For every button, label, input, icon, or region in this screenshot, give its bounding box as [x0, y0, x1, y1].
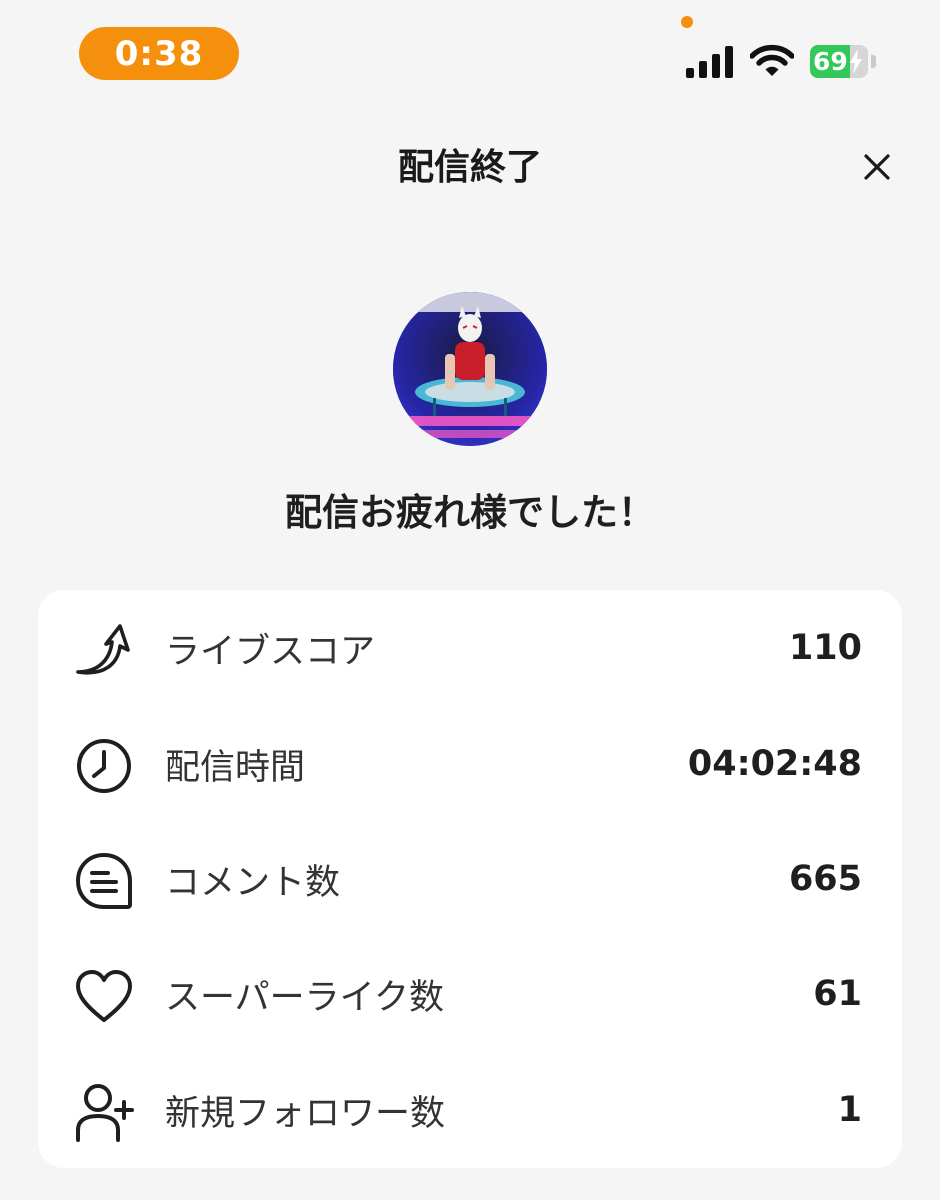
stat-row-super-likes: スーパーライク数 61: [38, 944, 902, 1044]
arrow-up-icon: [76, 624, 130, 675]
stat-row-stream-time: 配信時間 04:02:48: [38, 714, 902, 814]
stat-value: 110: [788, 628, 862, 668]
battery-level: 69: [813, 47, 848, 76]
stat-label: 配信時間: [165, 747, 306, 788]
wifi-icon: [750, 44, 794, 76]
stat-value: 665: [788, 859, 862, 899]
comment-icon: [75, 852, 132, 909]
privacy-indicator-dot: [681, 16, 693, 28]
stream-end-screen: 0:38 69 配信終了 配信お疲れ様でした！ ライブスコア 110 配信時間 …: [0, 0, 940, 1200]
stat-value: 04:02:48: [687, 744, 862, 784]
stat-row-live-score: ライブスコア 110: [38, 598, 902, 698]
stat-value: 1: [837, 1090, 862, 1130]
completion-message: 配信お疲れ様でした！: [285, 491, 655, 534]
battery-indicator: 69: [810, 45, 868, 78]
stats-card: ライブスコア 110 配信時間 04:02:48 コメント数 665 スーパーラ…: [38, 590, 902, 1168]
charging-bolt-icon: [850, 49, 862, 74]
avatar-image: [393, 292, 547, 446]
stat-label: 新規フォロワー数: [165, 1093, 446, 1134]
stat-value: 61: [813, 974, 862, 1014]
cellular-signal-icon: [686, 46, 733, 78]
status-bar: 0:38 69: [0, 0, 940, 110]
add-user-icon: [76, 1084, 134, 1142]
battery-cap: [871, 55, 876, 68]
avatar: [393, 292, 547, 446]
stat-row-comments: コメント数 665: [38, 829, 902, 929]
stat-label: ライブスコア: [165, 631, 376, 672]
stat-label: コメント数: [165, 862, 341, 903]
status-time[interactable]: 0:38: [79, 27, 239, 80]
stat-label: スーパーライク数: [165, 977, 444, 1018]
close-icon: [864, 154, 890, 180]
heart-icon: [76, 970, 132, 1022]
close-button[interactable]: [856, 146, 898, 188]
stat-row-new-followers: 新規フォロワー数 1: [38, 1060, 902, 1160]
clock-icon: [77, 739, 131, 793]
page-title: 配信終了: [397, 147, 542, 188]
